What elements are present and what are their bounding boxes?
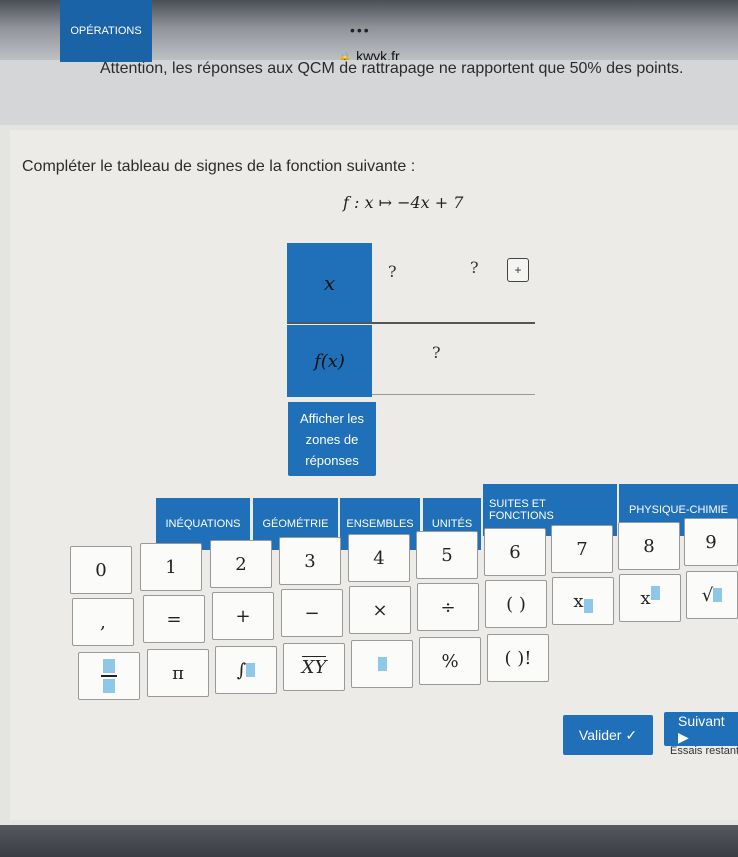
key-times[interactable]: × bbox=[349, 586, 411, 634]
more-dots-icon[interactable]: ••• bbox=[350, 22, 371, 38]
table-header-x: x bbox=[287, 243, 372, 323]
key-integral[interactable]: ∫ bbox=[215, 646, 277, 694]
key-minus[interactable]: − bbox=[281, 589, 343, 637]
integral-label: ∫ bbox=[236, 659, 247, 681]
bottom-frame bbox=[0, 825, 738, 857]
key-parentheses[interactable]: ( ) bbox=[485, 580, 547, 628]
key-pi[interactable]: π bbox=[147, 649, 209, 697]
notice-text: Attention, les réponses aux QCM de rattr… bbox=[100, 60, 684, 77]
key-box[interactable] bbox=[351, 640, 413, 688]
key-4[interactable]: 4 bbox=[348, 534, 410, 582]
key-9[interactable]: 9 bbox=[684, 518, 738, 566]
vector-label: XY bbox=[301, 656, 327, 678]
key-factorial[interactable]: ( )! bbox=[487, 634, 549, 682]
tab-operations[interactable]: OPÉRATIONS bbox=[60, 0, 152, 62]
add-column-button[interactable]: + bbox=[507, 258, 529, 282]
sign-slot[interactable]: ? bbox=[432, 343, 441, 362]
key-sqrt[interactable]: √ bbox=[686, 571, 738, 619]
key-3[interactable]: 3 bbox=[279, 537, 341, 585]
key-percent[interactable]: % bbox=[419, 637, 481, 685]
key-power-label: x bbox=[640, 587, 651, 609]
placeholder-box-icon bbox=[713, 588, 723, 602]
key-plus[interactable]: + bbox=[212, 592, 274, 640]
remaining-attempts: Essais restants bbox=[670, 745, 738, 757]
key-1[interactable]: 1 bbox=[140, 543, 202, 591]
key-8[interactable]: 8 bbox=[618, 522, 680, 570]
placeholder-box-icon bbox=[650, 586, 660, 600]
key-6[interactable]: 6 bbox=[484, 528, 546, 576]
placeholder-box-icon bbox=[246, 663, 256, 677]
key-sqrt-label: √ bbox=[701, 584, 714, 606]
key-vector[interactable]: XY bbox=[283, 643, 345, 691]
fraction-icon bbox=[101, 659, 117, 693]
key-power[interactable]: x bbox=[619, 574, 681, 622]
notice-banner: Attention, les réponses aux QCM de rattr… bbox=[0, 60, 738, 130]
question-text: Compléter le tableau de signes de la fon… bbox=[22, 158, 416, 175]
key-5[interactable]: 5 bbox=[416, 531, 478, 579]
function-formula: f : x ↦ −4x + 7 bbox=[343, 193, 464, 212]
x-value-slot-1[interactable]: ? bbox=[388, 262, 397, 281]
next-button[interactable]: Suivant ▶ bbox=[664, 712, 738, 746]
x-value-slot-2[interactable]: ? bbox=[470, 258, 479, 277]
placeholder-box-icon bbox=[583, 599, 593, 613]
key-2[interactable]: 2 bbox=[210, 540, 272, 588]
key-subscript[interactable]: x bbox=[552, 577, 614, 625]
show-answer-zones-button[interactable]: Afficher les zones de réponses bbox=[288, 402, 376, 476]
key-comma[interactable]: , bbox=[72, 598, 134, 646]
table-header-fx: f(x) bbox=[287, 325, 372, 397]
key-0[interactable]: 0 bbox=[70, 546, 132, 594]
placeholder-box-icon bbox=[377, 657, 387, 671]
key-7[interactable]: 7 bbox=[551, 525, 613, 573]
table-divider bbox=[287, 322, 535, 324]
key-divide[interactable]: ÷ bbox=[417, 583, 479, 631]
key-subscript-label: x bbox=[573, 590, 584, 612]
key-equals[interactable]: = bbox=[143, 595, 205, 643]
key-fraction[interactable] bbox=[78, 652, 140, 700]
validate-button[interactable]: Valider ✓ bbox=[563, 715, 653, 755]
table-bottom-line bbox=[372, 394, 535, 395]
